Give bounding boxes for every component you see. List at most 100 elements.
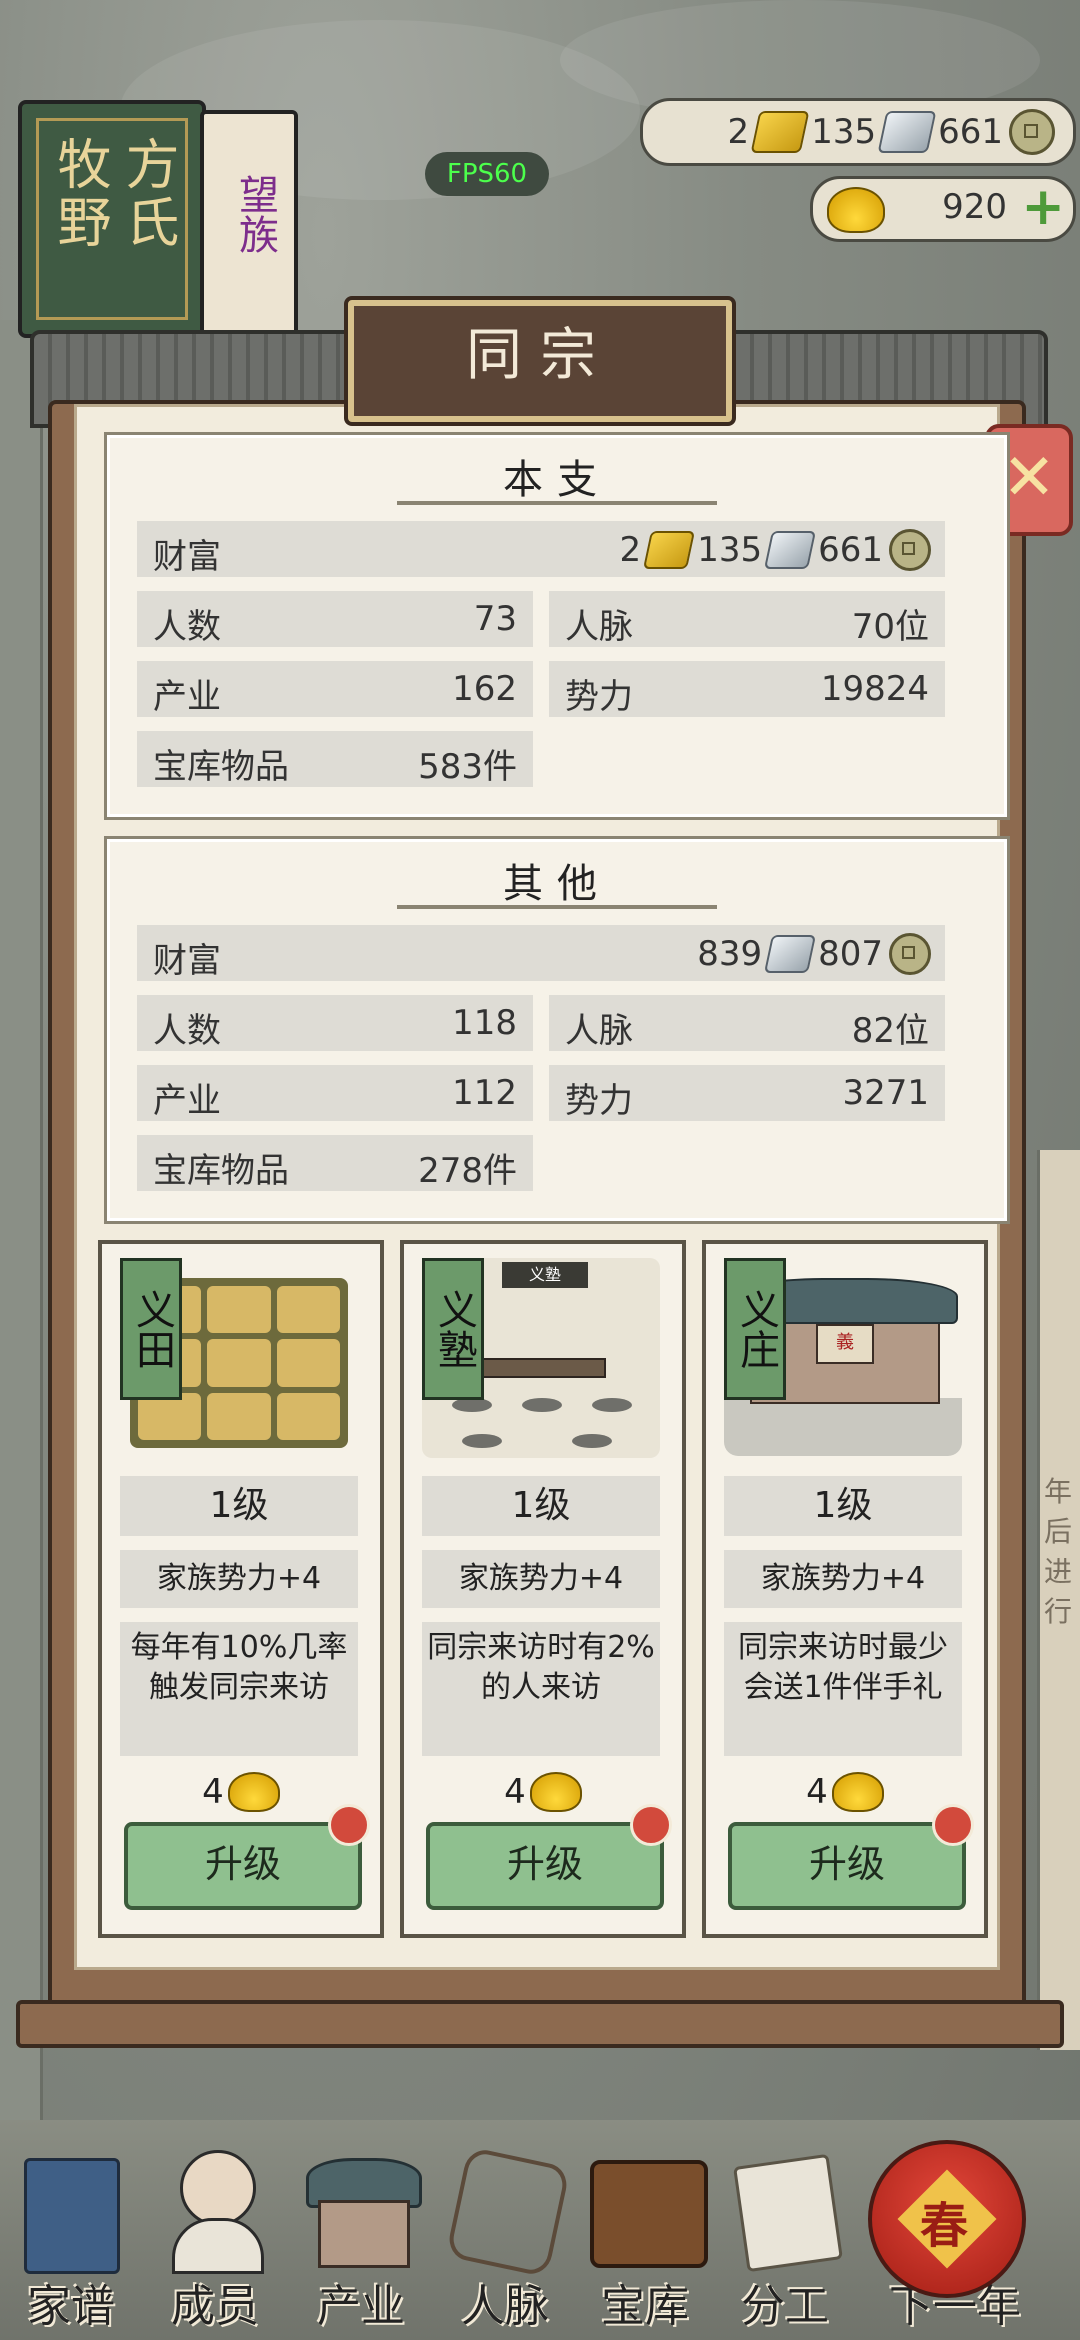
nav-label: 产业 — [317, 2281, 405, 2332]
building-description: 同宗来访时最少会送1件伴手礼 — [724, 1622, 962, 1756]
ingot-bar: 920 + — [810, 176, 1076, 242]
stat-value: 73 — [473, 599, 517, 639]
currency-silver-value: 135 — [811, 112, 877, 152]
wealth-copper-value: 661 — [818, 530, 883, 570]
stat-label: 人数 — [153, 1011, 221, 1051]
stat-label: 宝库物品 — [153, 1151, 289, 1191]
stat-label: 财富 — [153, 941, 221, 981]
lantern-icon[interactable]: 春 — [868, 2140, 1026, 2298]
panel-title: 本支 — [503, 457, 611, 503]
stat-value: 112 — [452, 1073, 517, 1113]
book-icon — [24, 2158, 120, 2274]
copper-coin-icon — [889, 529, 931, 571]
stat-label: 产业 — [153, 1081, 221, 1121]
gold-bar-icon — [750, 111, 810, 153]
building-wall-icon — [318, 2200, 410, 2268]
stat-label: 产业 — [153, 677, 221, 717]
notification-dot — [932, 1804, 974, 1846]
currency-copper-value: 661 — [938, 112, 1003, 152]
nav-item-vault[interactable]: 宝库 — [580, 2140, 710, 2332]
network-icon — [445, 2146, 571, 2278]
nav-item-members[interactable]: 成员 — [150, 2140, 280, 2332]
building-description: 每年有10%几率触发同宗来访 — [120, 1622, 358, 1756]
stat-value: 82位 — [851, 1011, 929, 1051]
close-icon: ✕ — [1002, 441, 1056, 515]
currency-gold-value: 2 — [727, 112, 750, 152]
panel-title-divider — [397, 501, 717, 505]
copper-coin-icon — [1009, 109, 1055, 155]
stat-power: 势力 3271 — [549, 1065, 945, 1121]
nav-label: 分工 — [741, 2281, 829, 2332]
stat-value: 70位 — [851, 607, 929, 647]
nav-label: 人脉 — [461, 2281, 549, 2332]
gold-ingot-icon — [227, 1772, 280, 1812]
book-title-right: 方氏 — [116, 136, 179, 252]
dialog-base-beam — [16, 2000, 1064, 2048]
person-icon — [180, 2150, 256, 2226]
currency-bar: 2 135 661 — [640, 98, 1076, 166]
stat-industry: 产业 162 — [137, 661, 533, 717]
gold-ingot-icon — [827, 187, 885, 233]
stat-label: 宝库物品 — [153, 747, 289, 787]
silver-bar-icon — [877, 111, 937, 153]
nav-item-division[interactable]: 分工 — [720, 2140, 850, 2332]
building-card-yishu: 义塾 义塾 1级 家族势力+4 同宗来访时有2%的人来访 4 升级 — [400, 1240, 686, 1938]
fps-counter: FPS60 — [425, 152, 549, 196]
building-tag: 义庄 — [724, 1258, 786, 1400]
school-plaque: 义塾 — [502, 1262, 588, 1288]
wealth-copper-value: 807 — [818, 934, 883, 974]
dialog-title-plate: 同宗 — [348, 300, 732, 422]
wealth-silver-value: 839 — [697, 934, 763, 974]
stat-value: 118 — [452, 1003, 517, 1043]
copper-coin-icon — [889, 933, 931, 975]
wealth-gold-value: 2 — [619, 530, 642, 570]
cost-value: 4 — [504, 1772, 526, 1812]
gold-bar-icon — [643, 531, 696, 569]
stat-label: 势力 — [565, 1081, 633, 1121]
village-plaque: 義 — [816, 1324, 874, 1364]
silver-bar-icon — [764, 935, 817, 973]
stat-vault: 宝库物品 278件 — [137, 1135, 533, 1191]
upgrade-button[interactable]: 升级 — [124, 1822, 362, 1910]
cost-value: 4 — [202, 1772, 224, 1812]
stat-network: 人脉 70位 — [549, 591, 945, 647]
upgrade-button[interactable]: 升级 — [426, 1822, 664, 1910]
building-card-yizhuang: 義 义庄 1级 家族势力+4 同宗来访时最少会送1件伴手礼 4 升级 — [702, 1240, 988, 1938]
stat-label: 人数 — [153, 607, 221, 647]
family-books[interactable]: 方氏 牧野 望族 — [10, 100, 310, 338]
book-title-left: 牧野 — [48, 136, 111, 252]
gold-ingot-icon — [529, 1772, 582, 1812]
notification-dot — [630, 1804, 672, 1846]
stat-label: 财富 — [153, 537, 221, 577]
nav-label: 宝库 — [601, 2281, 689, 2332]
stat-power: 势力 19824 — [549, 661, 945, 717]
nav-item-network[interactable]: 人脉 — [440, 2140, 571, 2332]
building-buff: 家族势力+4 — [724, 1550, 962, 1608]
building-tag: 义田 — [120, 1258, 182, 1400]
building-buff: 家族势力+4 — [422, 1550, 660, 1608]
upgrade-button[interactable]: 升级 — [728, 1822, 966, 1910]
right-side-panel: 年后进行 — [1037, 1150, 1080, 2050]
stat-label: 人脉 — [565, 1011, 633, 1051]
dialog-title: 同宗 — [466, 323, 614, 388]
ingot-value: 920 — [942, 187, 1007, 227]
stat-network: 人脉 82位 — [549, 995, 945, 1051]
gold-ingot-icon — [831, 1772, 884, 1812]
building-level: 1级 — [120, 1476, 358, 1536]
stat-people: 人数 118 — [137, 995, 533, 1051]
stat-value: 278件 — [418, 1151, 517, 1191]
main-branch-panel: 本支 财富 2 135 661 人数 73 人脉 70位 产业 162 势力 1… — [104, 432, 1010, 820]
person-body-icon — [172, 2218, 264, 2274]
cost-value: 4 — [806, 1772, 828, 1812]
nav-label: 成员 — [171, 2281, 259, 2332]
stat-wealth: 财富 839 807 — [137, 925, 945, 981]
nav-item-industry[interactable]: 产业 — [296, 2140, 426, 2332]
stat-wealth: 财富 2 135 661 — [137, 521, 945, 577]
silver-bar-icon — [764, 531, 817, 569]
stat-vault: 宝库物品 583件 — [137, 731, 533, 787]
wealth-silver-value: 135 — [697, 530, 763, 570]
stat-label: 人脉 — [565, 607, 633, 647]
add-ingot-button[interactable]: + — [1021, 181, 1065, 233]
nav-item-genealogy[interactable]: 家谱 — [6, 2140, 136, 2332]
building-level: 1级 — [724, 1476, 962, 1536]
